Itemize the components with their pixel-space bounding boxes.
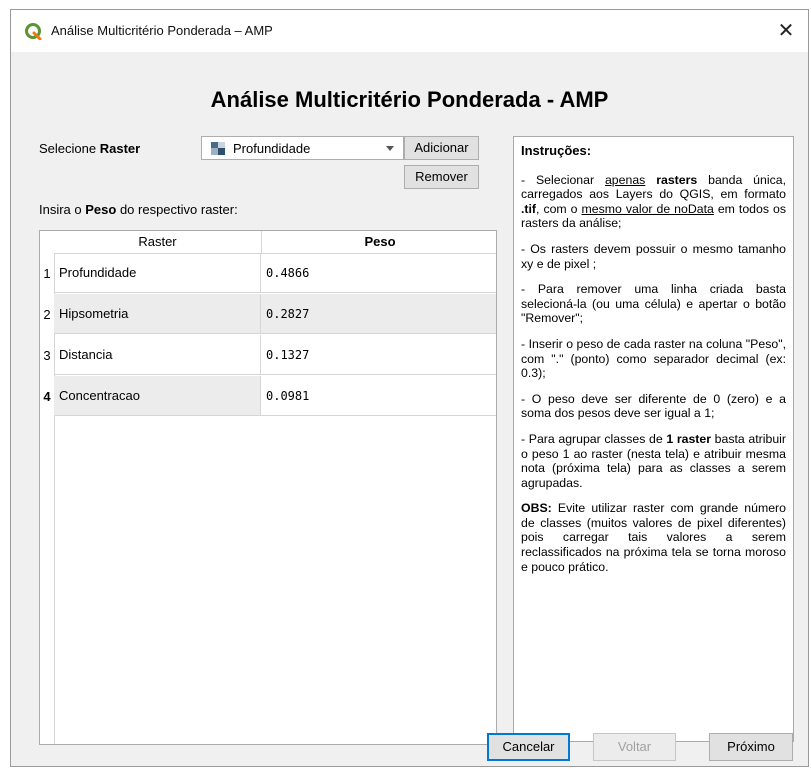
dialog-window: Análise Multicritério Ponderada – AMP ✕ … [10, 9, 809, 767]
next-button[interactable]: Próximo [709, 733, 793, 761]
instructions-panel: Instruções: - Selecionar apenas rasters … [513, 136, 794, 742]
peso-cell[interactable]: 0.1327 [261, 335, 496, 375]
raster-cell[interactable]: Concentracao [54, 376, 261, 416]
column-header-peso[interactable]: Peso [261, 231, 496, 253]
title-bar: Análise Multicritério Ponderada – AMP ✕ [11, 10, 808, 52]
instruction-item: - Os rasters devem possuir o mesmo taman… [521, 241, 786, 271]
instruction-item: - O peso deve ser diferente de 0 (zero) … [521, 391, 786, 421]
raster-layer-icon [211, 142, 225, 155]
add-button[interactable]: Adicionar [404, 136, 479, 160]
close-icon[interactable]: ✕ [764, 10, 808, 52]
row-number[interactable]: 3 [40, 335, 54, 376]
raster-cell[interactable]: Hipsometria [54, 294, 261, 334]
table-header: Raster Peso [40, 231, 496, 254]
cancel-button[interactable]: Cancelar [487, 733, 570, 761]
weight-prompt: Insira o Peso do respectivo raster: [39, 202, 238, 217]
raster-select[interactable]: Profundidade [201, 136, 404, 160]
instruction-item: - Selecionar apenas rasters banda única,… [521, 172, 787, 231]
row-number[interactable]: 1 [40, 253, 54, 294]
instruction-item: - Inserir o peso de cada raster na colun… [521, 336, 786, 381]
instruction-item: OBS: Evite utilizar raster com grande nú… [521, 501, 786, 574]
peso-cell-editing[interactable]: 0.0981 [261, 376, 496, 416]
peso-cell[interactable]: 0.2827 [261, 294, 496, 334]
instructions-title: Instruções: [521, 143, 592, 158]
column-header-raster[interactable]: Raster [54, 231, 261, 253]
raster-select-value: Profundidade [233, 141, 311, 156]
row-number[interactable]: 2 [40, 294, 54, 335]
peso-cell[interactable]: 0.4866 [261, 253, 496, 293]
table-row: 2 Hipsometria 0.2827 [40, 294, 496, 335]
table-row: 3 Distancia 0.1327 [40, 335, 496, 376]
instruction-item: - Para agrupar classes de 1 raster basta… [521, 431, 786, 490]
raster-cell[interactable]: Distancia [54, 335, 261, 375]
back-button[interactable]: Voltar [593, 733, 676, 761]
chevron-down-icon [386, 146, 394, 151]
raster-weight-table: Raster Peso 1 Profundidade 0.4866 2 Hips… [39, 230, 497, 745]
instruction-item: - Para remover uma linha criada basta se… [521, 282, 786, 326]
window-title: Análise Multicritério Ponderada – AMP [51, 23, 273, 38]
row-number[interactable]: 4 [40, 376, 54, 417]
select-raster-label: Selecione Raster [39, 141, 141, 156]
qgis-logo-icon [25, 23, 42, 40]
table-row: 1 Profundidade 0.4866 [40, 253, 496, 294]
raster-cell[interactable]: Profundidade [54, 253, 261, 293]
page-title: Análise Multicritério Ponderada - AMP [210, 87, 609, 112]
table-row: 4 Concentracao 0.0981 [40, 376, 496, 417]
remove-button[interactable]: Remover [404, 165, 479, 189]
